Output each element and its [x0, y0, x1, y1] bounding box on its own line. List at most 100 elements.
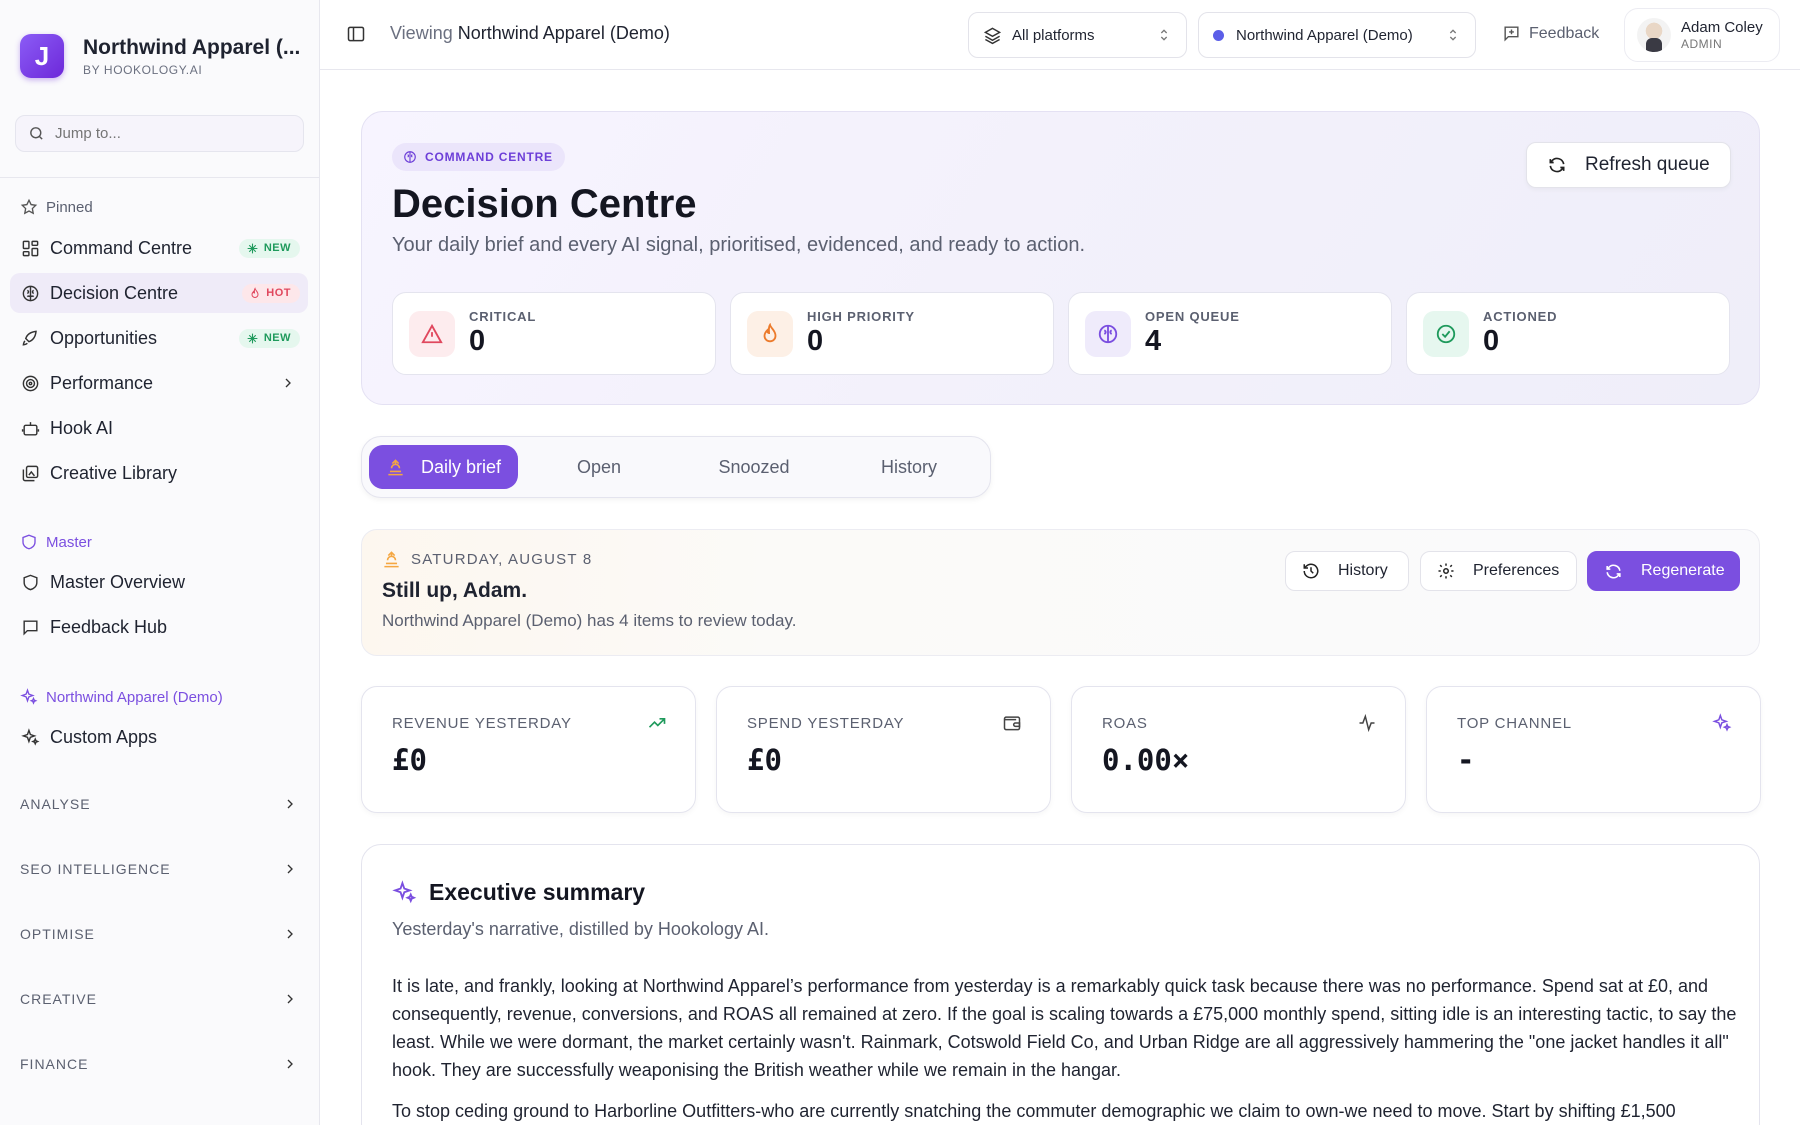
sidebar-item-label: Performance [50, 372, 154, 393]
sparkle-icon [247, 333, 258, 343]
chevron-right-icon [287, 994, 293, 1004]
brand-name: Northwind Apparel (... [83, 35, 301, 59]
pinned-section-label: Pinned [20, 198, 93, 216]
sidebar-group-finance[interactable]: FINANCE [20, 1056, 298, 1072]
rocket-icon [20, 328, 40, 348]
tab-daily-brief[interactable]: Daily brief [369, 445, 518, 489]
sidebar-toggle-icon[interactable] [346, 24, 366, 44]
jump-to-search[interactable] [15, 115, 304, 152]
brand[interactable]: J Northwind Apparel (... BY HOOKOLOGY.AI [20, 34, 300, 78]
chevron-up-down-icon [1160, 29, 1168, 41]
sidebar-group-optimise[interactable]: OPTIMISE [20, 926, 298, 942]
sidebar-item-creative-library[interactable]: Creative Library [10, 453, 308, 493]
history-icon [1303, 563, 1319, 579]
executive-summary-card: Executive summary Yesterday's narrative,… [361, 844, 1760, 1125]
sidebar-item-command-centre[interactable]: Command Centre NEW [10, 228, 308, 268]
sidebar-group-analyse[interactable]: ANALYSE [20, 796, 298, 812]
bot-icon [20, 418, 40, 438]
sidebar-item-custom-apps[interactable]: Custom Apps [10, 717, 308, 757]
stat-value: 0 [1483, 325, 1500, 357]
page-subtitle: Your daily brief and every AI signal, pr… [392, 234, 1086, 256]
shield-icon [20, 572, 40, 592]
sidebar-group-seo-intelligence[interactable]: SEO INTELLIGENCE [20, 861, 298, 877]
sidebar-item-label: Opportunities [50, 327, 158, 348]
brief-greeting: Still up, Adam. [382, 579, 528, 602]
grid-icon [20, 238, 40, 258]
tab-bar: Daily brief Open Snoozed History [361, 436, 991, 498]
search-input[interactable] [55, 125, 285, 142]
shield-icon [22, 534, 36, 550]
kpi-revenue-yesterday: REVENUE YESTERDAY £0 [361, 686, 696, 813]
feedback-button[interactable]: Feedback [1502, 24, 1599, 43]
sidebar-item-hook-ai[interactable]: Hook AI [10, 408, 308, 448]
sidebar-divider [0, 177, 319, 178]
kpi-spend-yesterday: SPEND YESTERDAY £0 [716, 686, 1051, 813]
sidebar-item-opportunities[interactable]: Opportunities NEW [10, 318, 308, 358]
history-button[interactable]: History [1285, 551, 1409, 591]
kpi-value: 0.00× [1102, 743, 1190, 777]
avatar [1637, 18, 1671, 52]
flame-icon [747, 310, 793, 357]
sidebar-group-creative[interactable]: CREATIVE [20, 991, 298, 1007]
chevron-right-icon [285, 378, 291, 388]
sidebar-item-decision-centre[interactable]: Decision Centre HOT [10, 273, 308, 313]
daily-brief-card: SATURDAY, AUGUST 8 Still up, Adam. North… [361, 529, 1760, 656]
summary-paragraph: To stop ceding ground to Harborline Outf… [392, 1101, 1676, 1121]
brand-logo: J [20, 34, 64, 78]
account-select[interactable]: Northwind Apparel (Demo) [1198, 12, 1476, 58]
viewing-label: Viewing Northwind Apparel (Demo) [390, 23, 670, 43]
master-section-label: Master [20, 533, 92, 551]
stat-actioned[interactable]: ACTIONED 0 [1406, 292, 1730, 375]
sidebar-item-label: Feedback Hub [50, 616, 168, 637]
sidebar-item-label: Hook AI [50, 417, 114, 438]
target-icon [20, 373, 40, 393]
chevron-right-icon [287, 864, 293, 874]
tab-open[interactable]: Open [527, 445, 671, 489]
client-section-label: Northwind Apparel (Demo) [20, 688, 223, 706]
summary-paragraph: It is late, and frankly, looking at Nort… [392, 976, 1737, 1080]
kpi-value: - [1457, 743, 1475, 777]
refresh-icon [1606, 564, 1621, 578]
layers-icon [983, 27, 1002, 44]
stat-open-queue[interactable]: OPEN QUEUE 4 [1068, 292, 1392, 375]
stat-value: 0 [807, 325, 824, 357]
stat-value: 0 [469, 325, 486, 357]
gear-icon [1438, 563, 1454, 579]
preferences-button[interactable]: Preferences [1420, 551, 1577, 591]
chevron-up-down-icon [1449, 29, 1457, 41]
brain-icon [1085, 310, 1131, 357]
wallet-icon [1003, 716, 1021, 731]
kpi-value: £0 [747, 743, 782, 777]
sidebar-item-label: Master Overview [50, 571, 186, 592]
sidebar-item-label: Command Centre [50, 237, 193, 258]
user-name: Adam Coley [1681, 19, 1763, 36]
search-icon [30, 127, 43, 140]
stat-high-priority[interactable]: HIGH PRIORITY 0 [730, 292, 1054, 375]
sidebar-item-label: Decision Centre [50, 282, 179, 303]
regenerate-button[interactable]: Regenerate [1587, 551, 1740, 591]
stat-critical[interactable]: CRITICAL 0 [392, 292, 716, 375]
tab-snoozed[interactable]: Snoozed [682, 445, 826, 489]
kpi-roas: ROAS 0.00× [1071, 686, 1406, 813]
sparkles-icon [20, 688, 38, 705]
hot-badge: HOT [242, 283, 300, 303]
sunrise-icon [388, 458, 403, 475]
account-dot [1213, 29, 1224, 41]
sparkles-icon [1712, 713, 1732, 732]
platform-select[interactable]: All platforms [968, 12, 1187, 58]
new-badge: NEW [238, 328, 300, 348]
sidebar-item-performance[interactable]: Performance [10, 363, 308, 403]
chevron-right-icon [287, 799, 293, 809]
message-plus-icon [1504, 26, 1519, 42]
brief-subtitle: Northwind Apparel (Demo) has 4 items to … [382, 611, 797, 630]
viewing-account: Northwind Apparel (Demo) [457, 23, 670, 43]
new-badge: NEW [238, 238, 300, 258]
user-menu[interactable]: Adam Coley ADMIN [1624, 8, 1780, 62]
sidebar-item-label: Custom Apps [50, 726, 158, 747]
sidebar-item-master-overview[interactable]: Master Overview [10, 562, 308, 602]
sidebar-item-feedback-hub[interactable]: Feedback Hub [10, 607, 308, 647]
refresh-queue-button[interactable]: Refresh queue [1526, 142, 1731, 188]
gallery-icon [20, 463, 40, 483]
tab-history[interactable]: History [837, 445, 981, 489]
hero-card: COMMAND CENTRE Decision Centre Your dail… [361, 111, 1760, 405]
